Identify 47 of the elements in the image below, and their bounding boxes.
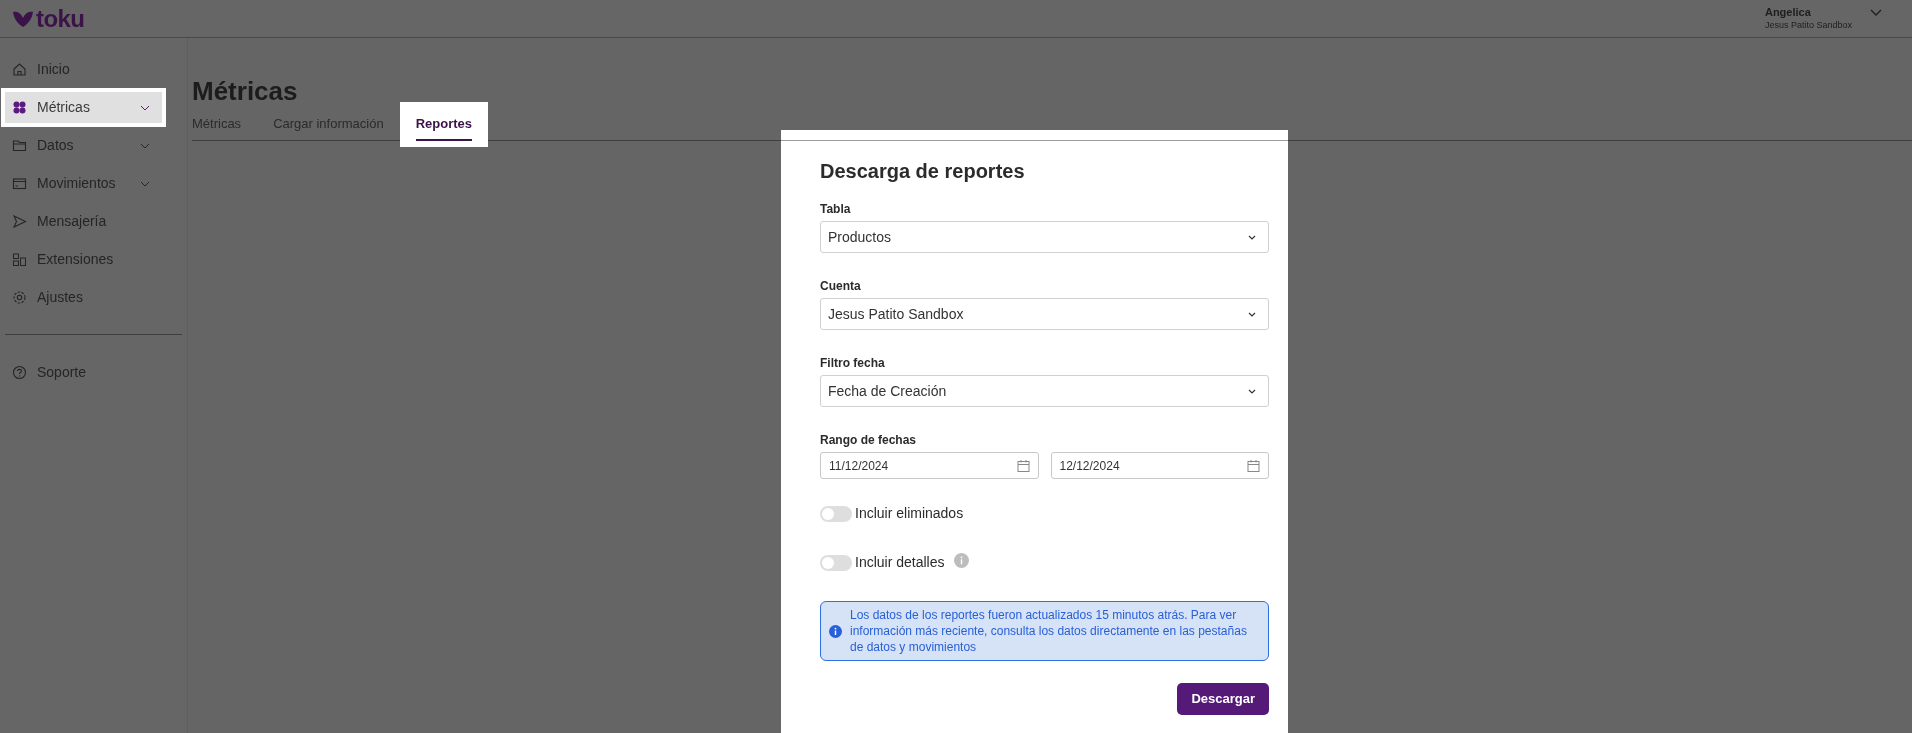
help-icon xyxy=(12,365,27,380)
dialog-title: Descarga de reportes xyxy=(820,159,1026,184)
card-icon xyxy=(12,176,27,191)
date-field[interactable]: 12/12/2024 xyxy=(1050,452,1269,479)
calendar-icon xyxy=(1016,459,1030,472)
field-label: Tabla xyxy=(820,201,852,218)
field-label: Cuenta xyxy=(820,278,862,295)
field-label: Rango de fechas xyxy=(820,432,918,449)
chevron-down-icon xyxy=(1248,311,1256,317)
tab[interactable]: Cargar información xyxy=(257,108,400,140)
sidebar-item[interactable]: Datos xyxy=(5,130,162,161)
sidebar-item[interactable]: Extensiones xyxy=(5,244,162,275)
toggle-label: Incluir eliminados xyxy=(855,504,964,523)
logo-icon xyxy=(12,9,34,28)
account-name: Jesus Patito Sandbox xyxy=(1764,19,1852,31)
user-name: Angelica xyxy=(1764,6,1812,19)
select-field[interactable]: Productos xyxy=(820,221,1269,253)
page-title: Métricas xyxy=(192,76,299,106)
info-icon xyxy=(829,624,842,638)
chevron-down-icon xyxy=(1248,234,1256,240)
sidebar-item[interactable]: Ajustes xyxy=(5,282,162,313)
folder-icon xyxy=(12,138,27,153)
date-field[interactable]: 11/12/2024 xyxy=(820,452,1039,479)
notice-text: Los datos de los reportes fueron actualizados 15 minutos atrás. Para ver información más reciente, consulta los datos directamente en las pestañas de datos y movimientos xyxy=(850,607,1248,655)
tab[interactable]: Reportes xyxy=(399,102,489,147)
user-menu[interactable]: Angelica Jesus Patito Sandbox xyxy=(1764,6,1882,31)
tab[interactable]: Métricas xyxy=(192,108,258,140)
toggle-label: Incluir detalles xyxy=(855,553,945,572)
sidebar-item[interactable]: Inicio xyxy=(5,54,162,85)
calendar-icon xyxy=(1247,459,1260,472)
chevron-down-icon xyxy=(1870,9,1882,17)
sidebar-item[interactable]: Soporte xyxy=(5,357,162,388)
send-icon xyxy=(12,214,27,229)
select-field[interactable]: Jesus Patito Sandbox xyxy=(820,298,1269,330)
download-button[interactable]: Descargar xyxy=(1177,683,1269,715)
toggle-switch[interactable] xyxy=(820,554,852,571)
toggle-switch[interactable] xyxy=(820,505,852,522)
settings-icon xyxy=(12,290,27,305)
blocks-icon xyxy=(12,252,27,267)
select-field[interactable]: Fecha de Creación xyxy=(820,375,1269,407)
field-label: Filtro fecha xyxy=(820,355,886,372)
brand-logo: toku xyxy=(36,6,85,31)
dots-grid-icon xyxy=(12,100,27,115)
home-icon xyxy=(12,62,27,77)
sidebar-item[interactable]: Movimientos xyxy=(5,168,162,199)
sidebar-item[interactable]: Mensajería xyxy=(5,206,162,237)
chevron-down-icon xyxy=(1248,388,1256,394)
